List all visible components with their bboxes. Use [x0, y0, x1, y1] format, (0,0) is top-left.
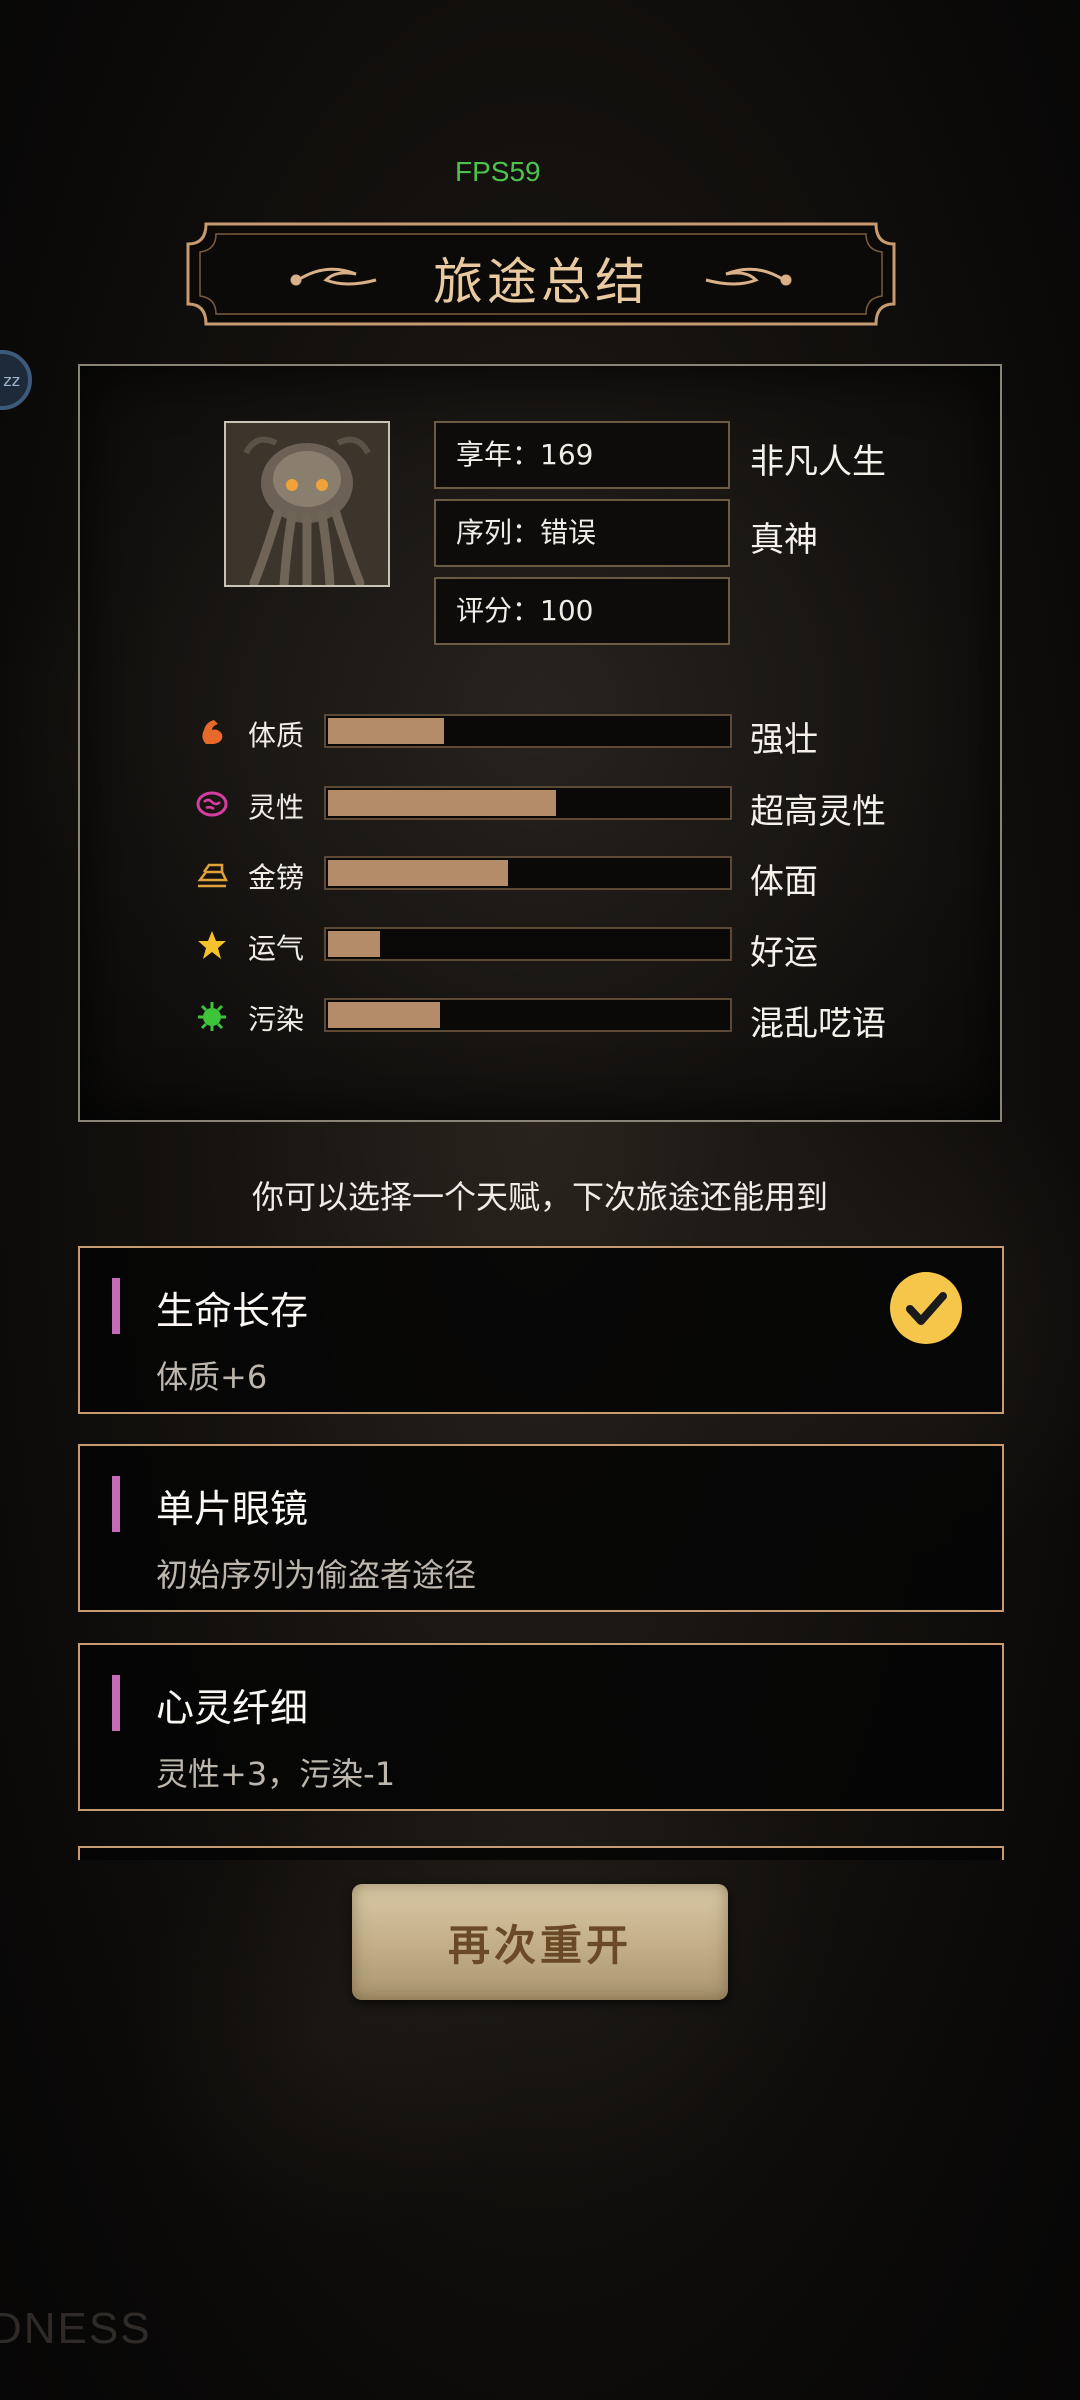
brain-icon: [196, 791, 228, 817]
talent-desc: 初始序列为偷盗者途径: [156, 1556, 477, 1594]
talent-title: 心灵纤细: [156, 1686, 309, 1730]
stat-label-pollution: 污染: [248, 1003, 305, 1036]
restart-button-label: 再次重开: [447, 1920, 632, 1970]
restart-button[interactable]: 再次重开: [352, 1884, 728, 2000]
stat-bar-fill: [328, 1002, 440, 1028]
stat-label-pounds: 金镑: [248, 861, 305, 894]
stat-desc-pollution: 混乱呓语: [750, 1004, 886, 1044]
talent-card-delicate-mind[interactable]: 心灵纤细 灵性+3，污染-1: [78, 1643, 1004, 1811]
talent-marker: [112, 1476, 120, 1532]
stat-bar-fill: [328, 790, 556, 816]
fps-counter: FPS59: [455, 156, 541, 187]
stat-bar-luck: [324, 927, 732, 961]
floating-assist-bubble[interactable]: zz: [0, 350, 32, 410]
eldritch-portrait-icon: [226, 423, 388, 585]
background-watermark: DNESS: [0, 2304, 152, 2353]
life-rating-text: 非凡人生: [750, 442, 886, 482]
talent-title: 生命长存: [156, 1289, 309, 1333]
talent-marker: [112, 1278, 120, 1334]
stat-bar-fill: [328, 718, 444, 744]
stat-bar-pollution: [324, 998, 732, 1032]
talent-marker: [112, 1675, 120, 1731]
muscle-icon: [202, 720, 223, 744]
stat-bar-spirituality: [324, 786, 732, 820]
stat-label-spirituality: 灵性: [248, 791, 305, 824]
stat-bar-fill: [328, 860, 508, 886]
sequence-rating-text: 真神: [750, 520, 818, 560]
stat-label-luck: 运气: [248, 932, 305, 965]
gold-bars-icon: [197, 863, 228, 888]
stat-label-constitution: 体质: [248, 719, 305, 752]
score-field: 评分：100: [434, 577, 730, 645]
selected-check-icon: [890, 1272, 962, 1344]
talent-prompt: 你可以选择一个天赋，下次旅途还能用到: [251, 1178, 828, 1216]
character-portrait: [224, 421, 390, 587]
age-field: 享年：169: [434, 421, 730, 489]
page-title: 旅途总结: [433, 253, 649, 311]
talent-card-longevity[interactable]: 生命长存 体质+6: [78, 1246, 1004, 1414]
title-banner: 旅途总结: [186, 222, 896, 326]
talent-card-monocle[interactable]: 单片眼镜 初始序列为偷盗者途径: [78, 1444, 1004, 1612]
star-icon: [198, 931, 226, 959]
talent-title: 单片眼镜: [156, 1487, 309, 1531]
stat-desc-luck: 好运: [750, 933, 818, 973]
sequence-field: 序列：错误: [434, 499, 730, 567]
talent-desc: 体质+6: [156, 1358, 268, 1396]
virus-icon: [198, 1002, 226, 1031]
stat-bar-fill: [328, 931, 380, 957]
stat-desc-constitution: 强壮: [750, 720, 818, 760]
stat-desc-pounds: 体面: [750, 862, 818, 902]
stat-bar-constitution: [324, 714, 732, 748]
stat-bar-pounds: [324, 856, 732, 890]
talent-desc: 灵性+3，污染-1: [156, 1755, 396, 1793]
stat-desc-spirituality: 超高灵性: [750, 792, 886, 832]
talent-card-partial[interactable]: [78, 1846, 1004, 1860]
